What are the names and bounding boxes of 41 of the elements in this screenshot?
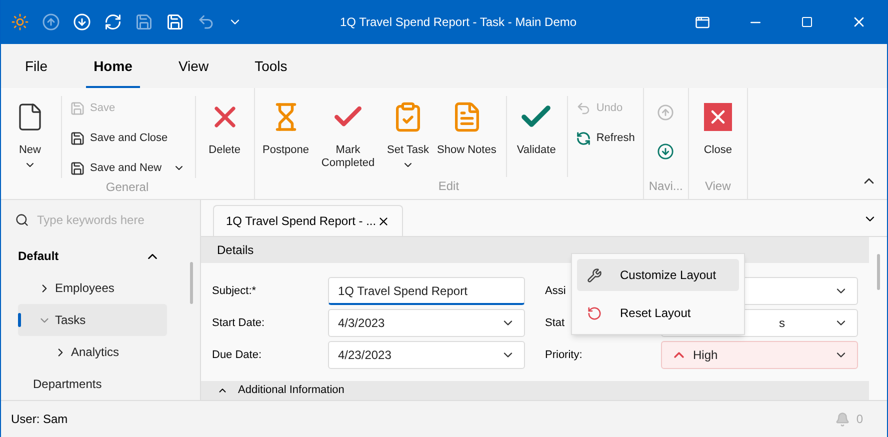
dropdown-field[interactable]: 4/23/2023: [328, 341, 525, 370]
section-header: Details: [217, 242, 254, 260]
menu-tab[interactable]: File: [17, 44, 56, 88]
nav-group-header[interactable]: Default: [18, 240, 200, 272]
ribbon-button[interactable]: Set Task: [383, 96, 434, 178]
nav-item[interactable]: Departments: [18, 368, 167, 400]
field-label: Priority:: [545, 348, 584, 363]
nav-item[interactable]: Tasks: [18, 304, 167, 336]
ribbon-button[interactable]: Validate: [511, 96, 562, 178]
group-label: General: [104, 179, 150, 196]
input-field[interactable]: 1Q Travel Spend Report: [328, 277, 525, 306]
notification-count: 0: [856, 411, 863, 428]
menu-tab[interactable]: View: [170, 44, 217, 88]
field-label: Subject:*: [212, 284, 258, 299]
field-label: Due Date:: [212, 348, 263, 363]
section-header: Additional Information: [238, 383, 344, 398]
menu-tab[interactable]: Tools: [246, 44, 296, 88]
ribbon-button[interactable]: Refresh: [576, 128, 635, 148]
nav-item[interactable]: Analytics: [18, 336, 167, 368]
ribbon-button[interactable]: Save and Close: [70, 128, 185, 148]
ribbon-button[interactable]: Close: [692, 96, 743, 178]
dropdown-field[interactable]: 4/3/2023: [328, 309, 525, 338]
ribbon-button[interactable]: Show Notes: [433, 96, 500, 178]
dropdown-field[interactable]: High: [661, 341, 858, 370]
ribbon-button[interactable]: New: [5, 96, 55, 178]
document-tab[interactable]: 1Q Travel Spend Report - ...: [213, 205, 403, 236]
search-field[interactable]: Type keywords here: [37, 211, 177, 229]
ribbon-button[interactable]: Save and New: [70, 158, 185, 178]
group-label: View: [704, 178, 732, 196]
field-label: Stat: [545, 316, 566, 331]
group-label: Navi...: [648, 178, 684, 196]
user-label: User: Sam: [11, 411, 68, 428]
ribbon-button[interactable]: Mark Completed: [313, 96, 384, 178]
menu-item[interactable]: Customize Layout: [577, 259, 739, 291]
group-label: Edit: [437, 178, 460, 196]
nav-item[interactable]: Employees: [18, 272, 167, 304]
ribbon-button[interactable]: Delete: [200, 96, 250, 178]
window-title: 1Q Travel Spend Report - Task - Main Demo: [340, 14, 577, 31]
ribbon-button[interactable]: Postpone: [258, 96, 314, 178]
field-label: Assi: [545, 284, 567, 299]
field-label: Start Date:: [212, 316, 266, 331]
